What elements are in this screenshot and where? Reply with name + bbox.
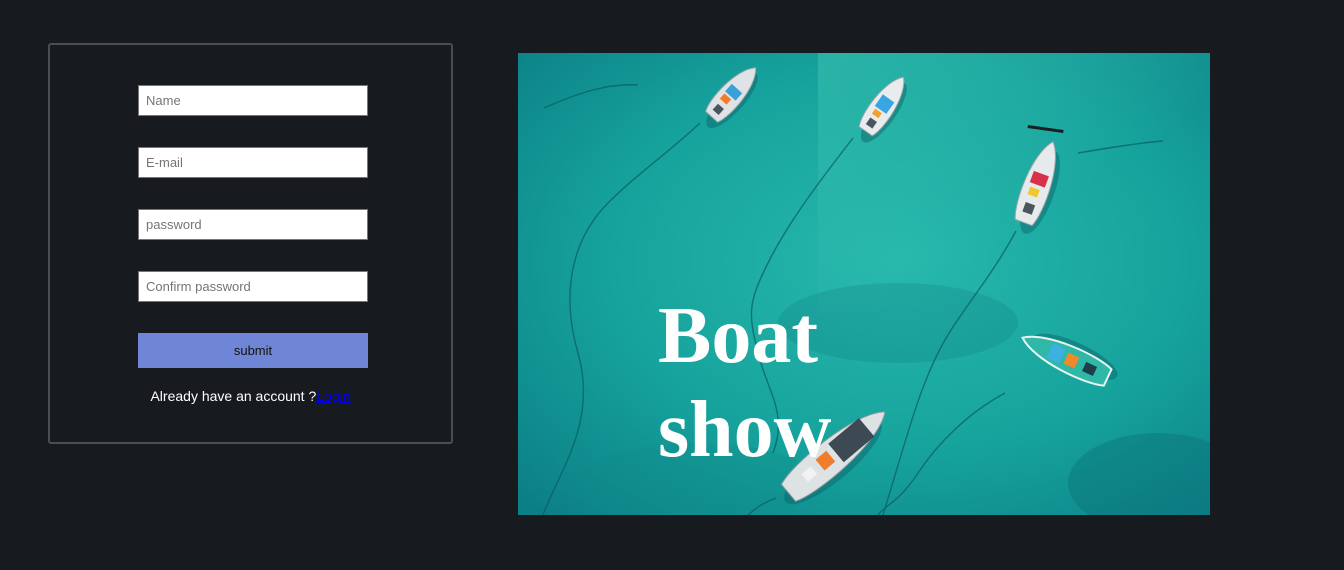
email-input[interactable] bbox=[138, 147, 368, 178]
submit-button[interactable]: submit bbox=[138, 333, 368, 368]
account-prompt-text: Already have an account ? bbox=[150, 388, 317, 404]
login-link[interactable]: Login bbox=[316, 388, 350, 404]
hero-title: Boat show bbox=[658, 292, 832, 474]
name-input[interactable] bbox=[138, 85, 368, 116]
page: submit Already have an account ?Login bbox=[0, 0, 1344, 570]
password-input[interactable] bbox=[138, 209, 368, 240]
hero-image: Boat show bbox=[518, 53, 1210, 515]
signup-form: submit Already have an account ?Login bbox=[48, 43, 453, 444]
confirm-password-input[interactable] bbox=[138, 271, 368, 302]
account-prompt-line: Already have an account ?Login bbox=[50, 388, 451, 404]
